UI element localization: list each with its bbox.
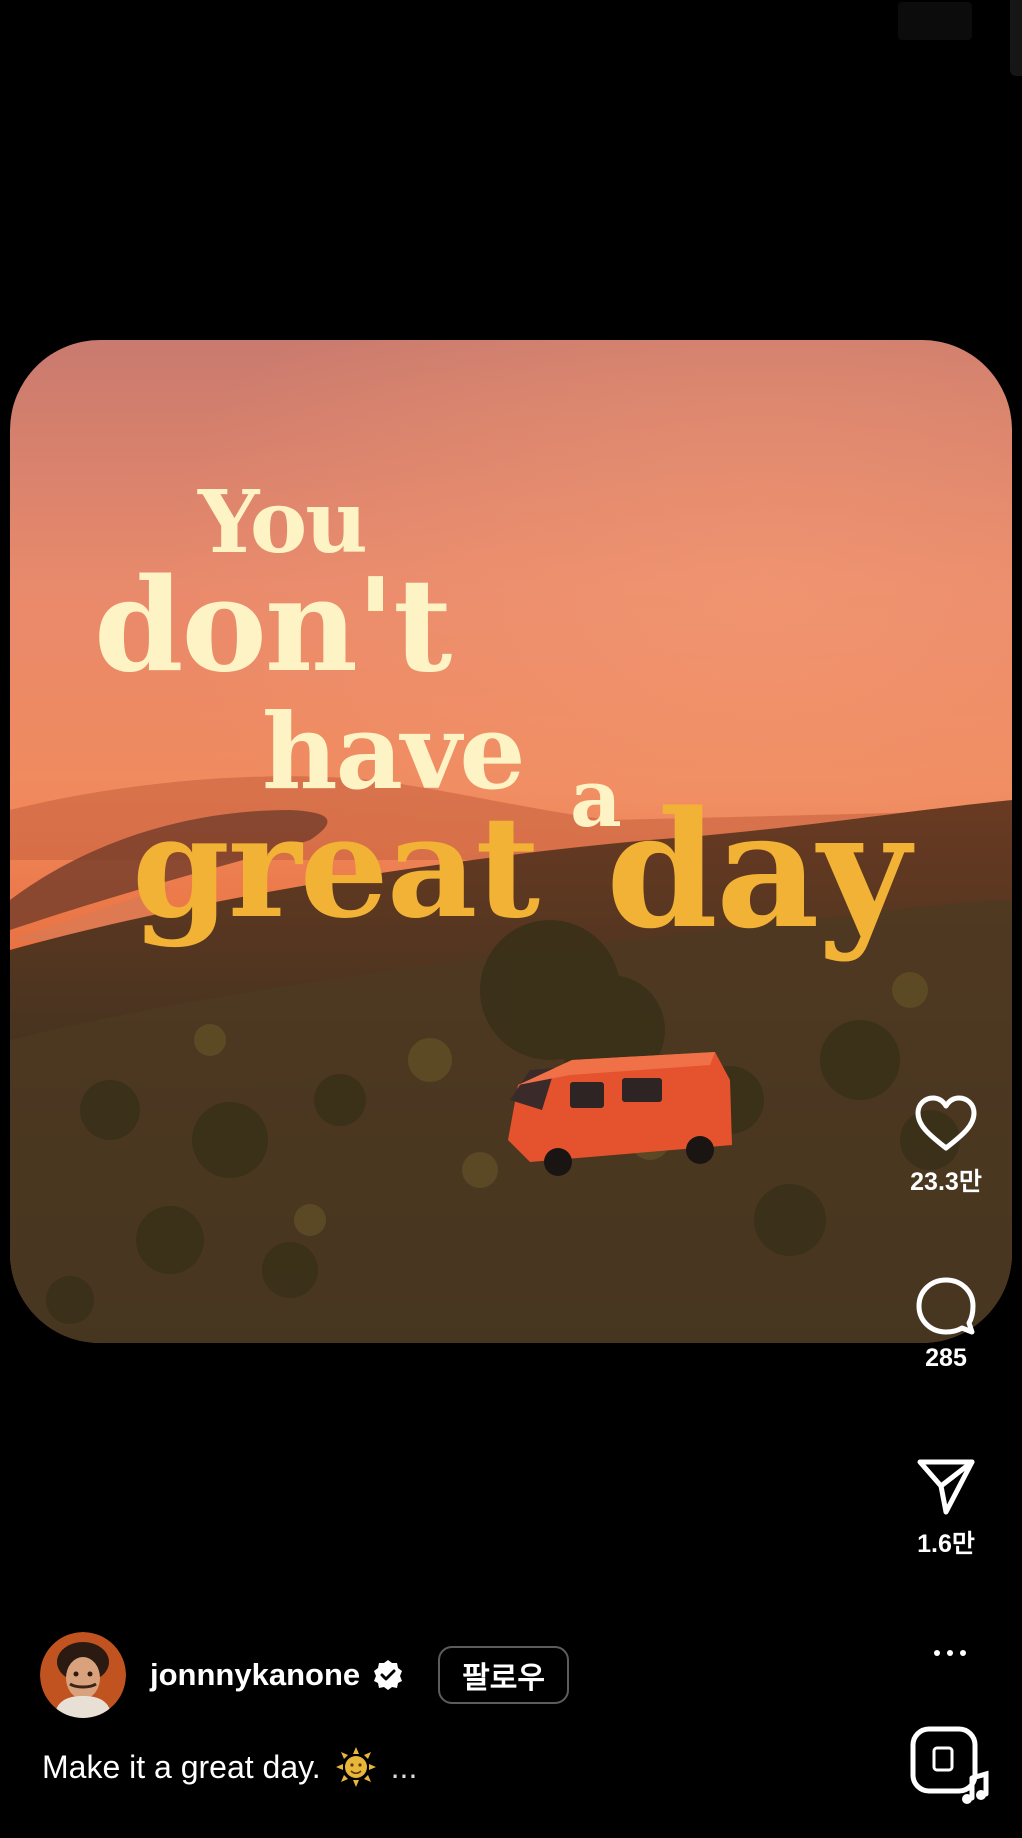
sunset-landscape-image xyxy=(10,340,1012,1343)
share-count: 1.6만 xyxy=(917,1530,975,1558)
caption-more[interactable]: ... xyxy=(391,1749,418,1786)
window-edge xyxy=(1010,0,1022,76)
comment-icon xyxy=(916,1277,976,1335)
like-count: 23.3만 xyxy=(910,1168,982,1196)
sun-emoji xyxy=(335,1747,376,1787)
comment-button[interactable]: 285 xyxy=(888,1276,1004,1373)
send-icon xyxy=(917,1459,975,1515)
original-audio-button[interactable] xyxy=(910,1726,990,1806)
heart-icon xyxy=(915,1095,977,1151)
status-indicator xyxy=(898,2,972,40)
author-row: jonnnykanone 팔로우 xyxy=(40,1630,569,1720)
audio-icon xyxy=(910,1726,989,1804)
status-bar xyxy=(0,0,1022,76)
profile-photo xyxy=(40,1632,126,1718)
verified-badge-icon xyxy=(374,1660,403,1690)
username[interactable]: jonnnykanone xyxy=(150,1657,360,1693)
caption-text: Make it a great day. xyxy=(42,1748,321,1785)
caption[interactable]: Make it a great day. ... xyxy=(42,1746,417,1788)
reel-video[interactable]: You don't have a great day xyxy=(10,340,1012,1343)
avatar[interactable] xyxy=(40,1632,126,1718)
more-options-icon[interactable] xyxy=(920,1640,980,1666)
comment-count: 285 xyxy=(925,1344,967,1372)
share-button[interactable]: 1.6만 xyxy=(888,1456,1004,1560)
follow-button[interactable]: 팔로우 xyxy=(438,1646,569,1704)
like-button[interactable]: 23.3만 xyxy=(888,1094,1004,1198)
